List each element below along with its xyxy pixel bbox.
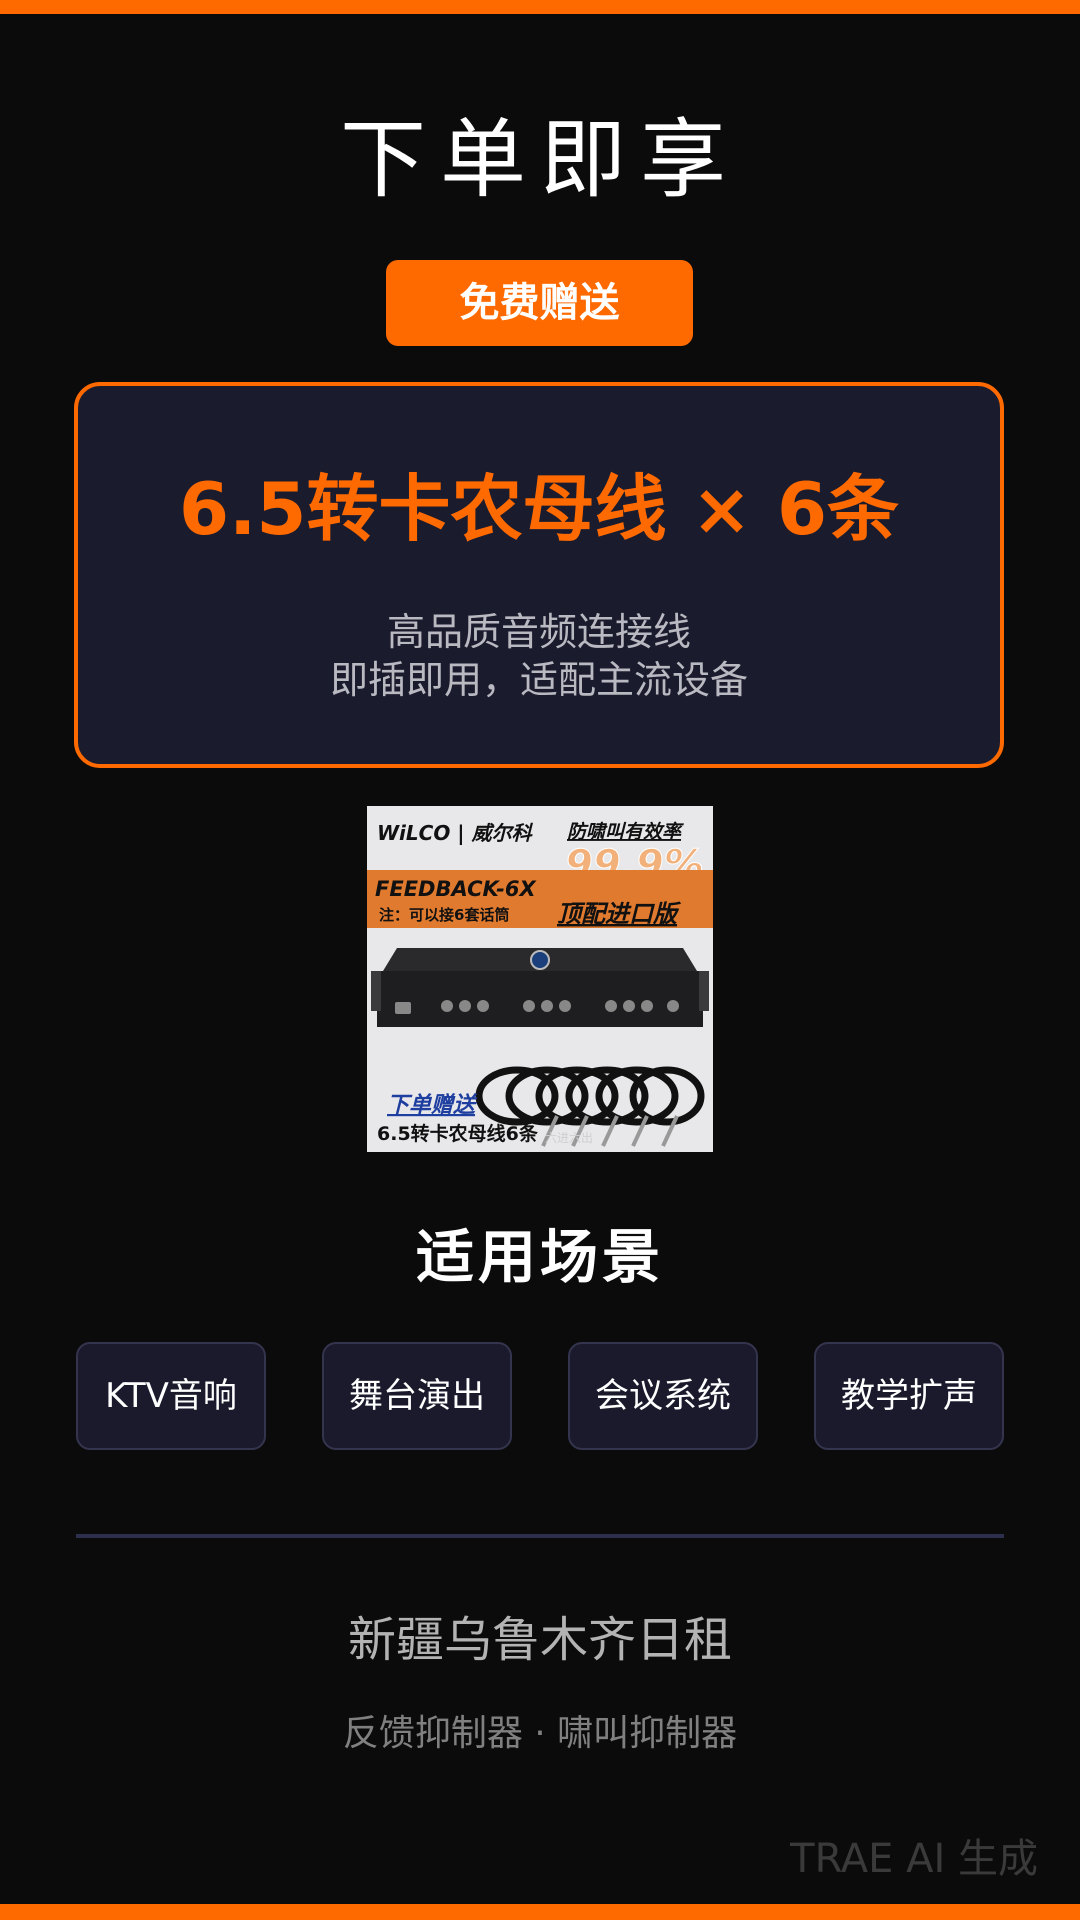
gift-title: 6.5转卡农母线 × 6条 (178, 467, 900, 551)
scenario-ktv: KTV音响 (76, 1342, 266, 1450)
product-image: WiLCO | 威尔科 防啸叫有效率 99.9% FEEDBACK-6X 注：可… (367, 806, 713, 1152)
scenario-education: 教学扩声 (814, 1342, 1004, 1450)
scenario-conference: 会议系统 (568, 1342, 758, 1450)
footer-subtitle: 反馈抑制器 · 啸叫抑制器 (342, 1713, 738, 1754)
product-note: 注：可以接6套话筒 (379, 906, 509, 924)
gift-card: 6.5转卡农母线 × 6条 高品质音频连接线 即插即用，适配主流设备 (74, 382, 1004, 768)
gift-description: 高品质音频连接线 即插即用，适配主流设备 (78, 608, 1000, 704)
product-io-caption: 六进六出 (545, 1131, 593, 1145)
gift-desc-line-1: 高品质音频连接线 (386, 610, 691, 654)
divider (76, 1534, 1004, 1538)
bottom-accent-bar (0, 1904, 1080, 1920)
headline: 下单即享 (340, 110, 740, 210)
product-brand: WiLCO | 威尔科 (377, 821, 534, 845)
product-edition: 顶配进口版 (557, 900, 681, 928)
free-gift-badge: 免费赠送 (386, 260, 693, 346)
scenario-stage: 舞台演出 (322, 1342, 512, 1450)
gift-desc-line-2: 即插即用，适配主流设备 (329, 658, 748, 702)
product-gift-label: 下单赠送 (387, 1092, 478, 1118)
product-model: FEEDBACK-6X (375, 877, 537, 901)
product-gift-item: 6.5转卡农母线6条 (377, 1122, 539, 1145)
top-accent-bar (0, 0, 1080, 14)
ai-watermark: TRAE AI 生成 (790, 1836, 1038, 1882)
footer-city: 新疆乌鲁木齐日租 (347, 1612, 732, 1668)
product-slogan: 防啸叫有效率 (567, 821, 684, 843)
scenarios-title: 适用场景 (415, 1223, 664, 1291)
